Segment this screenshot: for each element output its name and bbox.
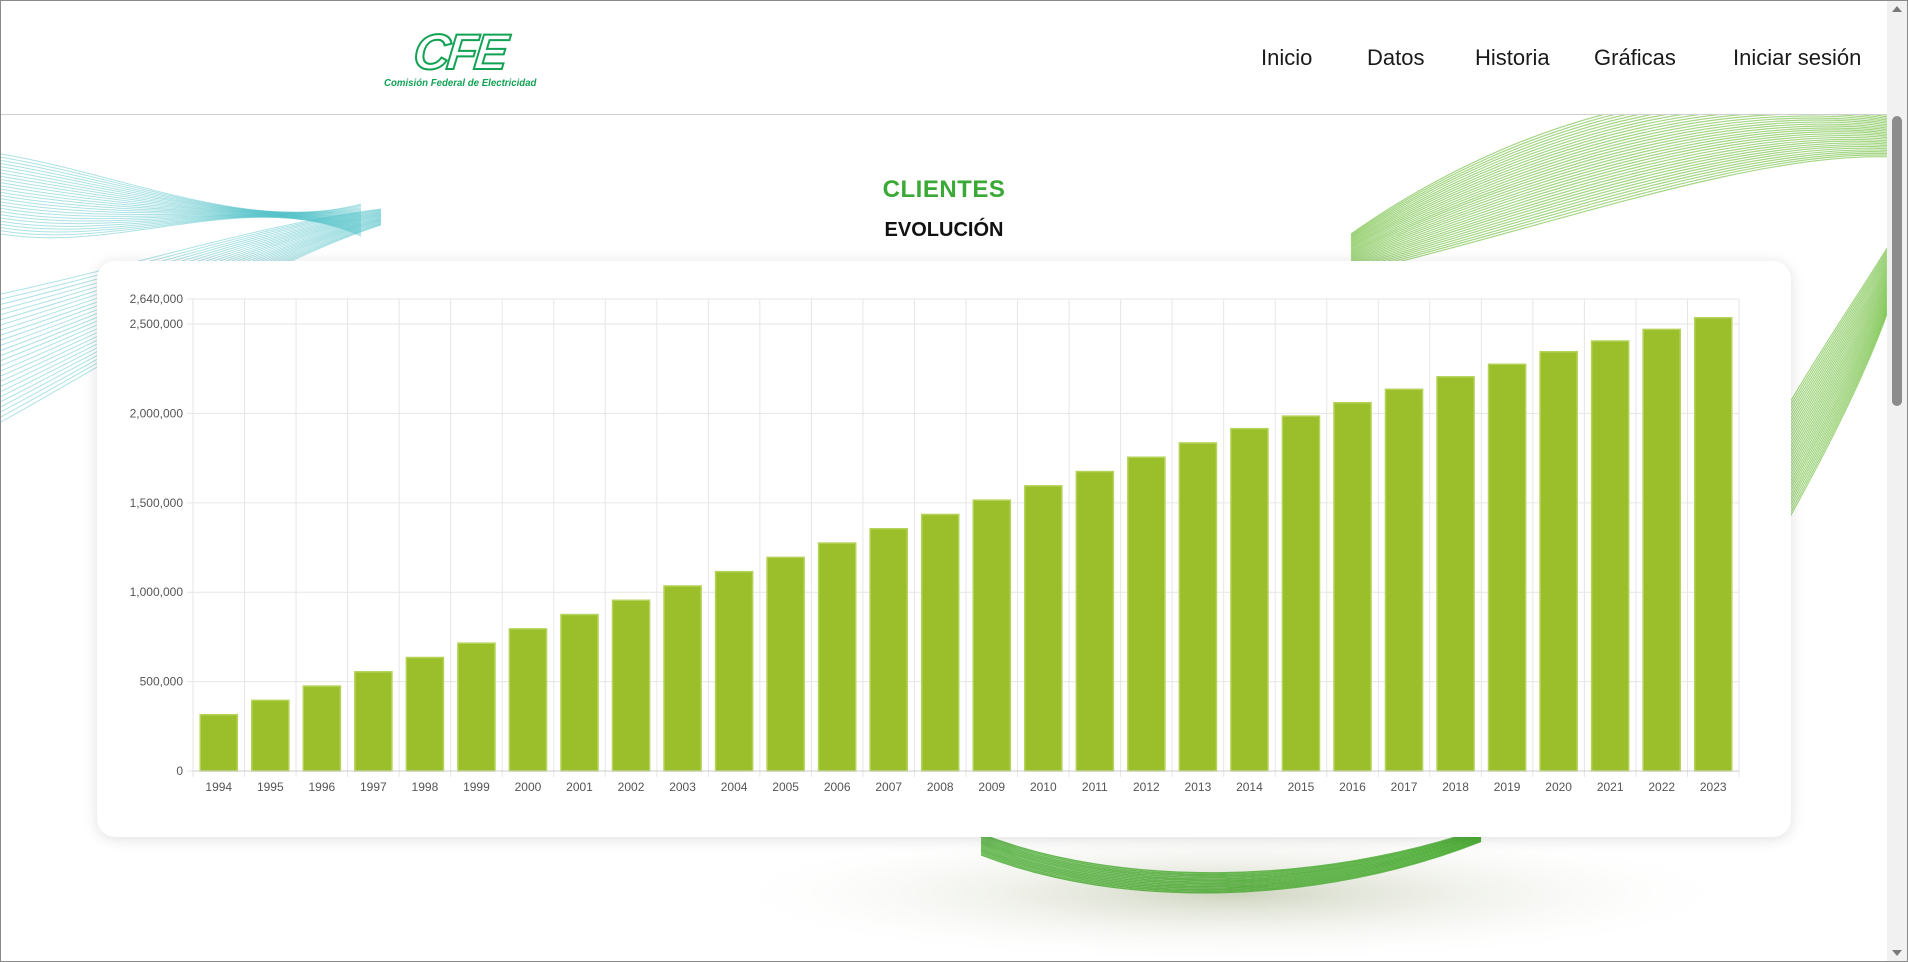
x-tick-label: 2004 [721, 780, 748, 794]
scrollbar-thumb[interactable] [1892, 116, 1902, 406]
bar-2003[interactable] [663, 585, 702, 772]
x-tick-label: 2013 [1185, 780, 1212, 794]
x-tick-label: 2008 [927, 780, 954, 794]
x-tick-label: 2001 [566, 780, 593, 794]
nav-item-inicio[interactable]: Inicio [1261, 45, 1312, 71]
x-tick-label: 1996 [308, 780, 335, 794]
scroll-up-arrow-icon[interactable] [1892, 6, 1902, 12]
bar-2018[interactable] [1436, 376, 1475, 772]
vertical-scrollbar[interactable] [1887, 1, 1907, 961]
bar-2019[interactable] [1487, 363, 1527, 772]
bar-2009[interactable] [972, 499, 1012, 772]
x-tick-label: 2021 [1597, 780, 1624, 794]
x-tick-label: 2012 [1133, 780, 1160, 794]
nav-item-historia[interactable]: Historia [1475, 45, 1550, 71]
bar-2016[interactable] [1333, 401, 1372, 772]
x-tick-label: 2009 [978, 780, 1005, 794]
x-tick-label: 2003 [669, 780, 696, 794]
cfe-logo[interactable]: CFE Comisión Federal de Electricidad [384, 23, 537, 89]
bar-2008[interactable] [920, 513, 960, 772]
bar-2014[interactable] [1230, 427, 1269, 772]
bar-2010[interactable] [1023, 485, 1063, 772]
x-tick-label: 2022 [1648, 780, 1675, 794]
bar-2013[interactable] [1178, 442, 1218, 772]
bar-1996[interactable] [302, 685, 342, 772]
x-tick-label: 2020 [1545, 780, 1572, 794]
x-tick-label: 1994 [205, 780, 232, 794]
bar-2005[interactable] [766, 556, 805, 772]
bar-1994[interactable] [199, 713, 239, 772]
nav-item-graficas[interactable]: Gráficas [1594, 45, 1676, 71]
page-subtitle: EVOLUCIÓN [884, 219, 1004, 241]
cfe-logo-mark: CFE [410, 23, 509, 81]
bar-2021[interactable] [1590, 340, 1630, 772]
x-tick-label: 2000 [515, 780, 542, 794]
x-tick-label: 2023 [1700, 780, 1727, 794]
x-tick-label: 2011 [1082, 780, 1108, 794]
x-tick-label: 1995 [257, 780, 284, 794]
x-tick-label: 1999 [463, 780, 490, 794]
bar-2012[interactable] [1127, 456, 1166, 772]
x-tick-label: 2019 [1494, 780, 1521, 794]
bar-1995[interactable] [250, 699, 290, 772]
y-tick-label: 0 [176, 764, 183, 778]
bar-1999[interactable] [457, 642, 496, 772]
x-tick-label: 2018 [1442, 780, 1469, 794]
site-header: CFE Comisión Federal de Electricidad Ini… [1, 1, 1887, 115]
x-tick-label: 2015 [1288, 780, 1315, 794]
x-tick-label: 2017 [1391, 780, 1418, 794]
x-tick-label: 2006 [824, 780, 851, 794]
bar-1998[interactable] [405, 656, 445, 772]
x-tick-label: 2005 [772, 780, 799, 794]
y-tick-label: 2,000,000 [130, 406, 184, 420]
x-tick-label: 2014 [1236, 780, 1263, 794]
x-tick-label: 2007 [875, 780, 902, 794]
x-tick-label: 2010 [1030, 780, 1057, 794]
x-tick-label: 1998 [412, 780, 439, 794]
bar-2004[interactable] [714, 570, 754, 772]
page-title: CLIENTES [882, 176, 1006, 203]
y-tick-label: 1,000,000 [130, 585, 184, 599]
x-tick-label: 1997 [360, 780, 387, 794]
bar-2002[interactable] [611, 599, 651, 772]
bar-2015[interactable] [1281, 415, 1321, 772]
y-tick-label: 500,000 [140, 675, 184, 689]
x-tick-label: 2002 [618, 780, 645, 794]
bar-1997[interactable] [354, 671, 393, 772]
bar-2007[interactable] [869, 527, 909, 772]
nav-item-iniciar-sesion[interactable]: Iniciar sesión [1733, 45, 1861, 71]
y-tick-label: 2,500,000 [130, 317, 184, 331]
scroll-down-arrow-icon[interactable] [1892, 950, 1902, 956]
nav-item-datos[interactable]: Datos [1367, 45, 1424, 71]
x-tick-label: 2016 [1339, 780, 1366, 794]
cfe-logo-subtitle: Comisión Federal de Electricidad [384, 77, 537, 89]
bar-2001[interactable] [560, 613, 599, 772]
y-tick-label: 2,640,000 [130, 292, 184, 306]
clients-bar-chart: 0 500,000 1,000,000 1,500,000 2,000,000 2,500… [130, 292, 1740, 794]
bar-2023[interactable] [1693, 317, 1733, 772]
bar-2020[interactable] [1539, 350, 1578, 772]
browser-viewport: CFE Comisión Federal de Electricidad Ini… [0, 0, 1908, 962]
bar-2017[interactable] [1384, 388, 1424, 772]
y-tick-label: 1,500,000 [130, 496, 184, 510]
bar-2000[interactable] [508, 628, 548, 772]
bar-2006[interactable] [817, 542, 857, 772]
chart-card: 0 500,000 1,000,000 1,500,000 2,000,000 2,500… [97, 261, 1791, 837]
bar-2022[interactable] [1642, 328, 1682, 772]
bar-2011[interactable] [1075, 470, 1115, 772]
